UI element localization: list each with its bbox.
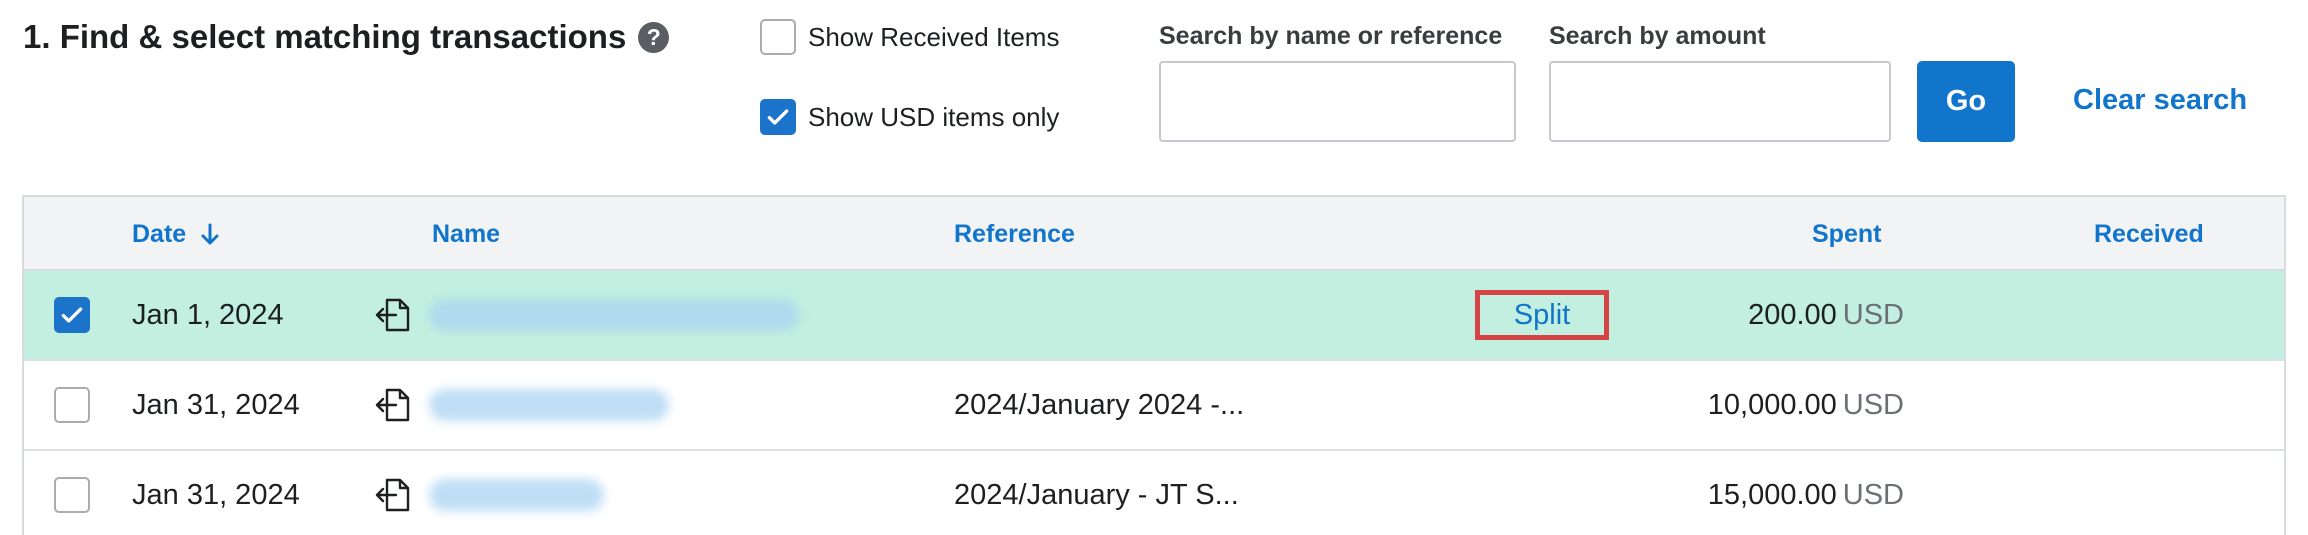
clear-search-link[interactable]: Clear search: [2073, 84, 2247, 117]
row-name-redacted[interactable]: [429, 451, 604, 535]
row-date: Jan 31, 2024: [132, 388, 300, 421]
show-usd-option[interactable]: Show USD items only: [760, 99, 1059, 135]
row-reference: 2024/January - JT S...: [954, 478, 1239, 511]
column-header-reference[interactable]: Reference: [954, 220, 1075, 249]
column-header-date[interactable]: Date: [132, 220, 220, 249]
row-spent-currency: USD: [1842, 388, 1904, 421]
show-usd-checkbox[interactable]: [760, 99, 796, 135]
table-row[interactable]: Jan 31, 2024 2024/January 2024 -... 10,0…: [24, 361, 2284, 451]
row-checkbox[interactable]: [54, 477, 90, 513]
show-usd-label: Show USD items only: [808, 101, 1060, 132]
show-received-checkbox[interactable]: [760, 19, 796, 55]
document-icon[interactable]: [374, 361, 412, 449]
row-spent-amount: 15,000.00: [1707, 478, 1837, 511]
show-received-label: Show Received Items: [808, 21, 1060, 52]
search-name-label: Search by name or reference: [1159, 22, 1503, 50]
row-reference: 2024/January 2024 -...: [954, 388, 1245, 421]
split-button[interactable]: Split: [1475, 290, 1609, 340]
row-spent-currency: USD: [1842, 298, 1904, 331]
row-checkbox[interactable]: [54, 387, 90, 423]
section-title: 1. Find & select matching transactions ?: [23, 18, 670, 56]
row-spent: 200.00 USD: [1748, 271, 1904, 359]
transactions-table: Date Name Reference Spent Received Jan 1…: [22, 195, 2286, 535]
search-amount-label: Search by amount: [1549, 22, 1766, 50]
search-name-input[interactable]: [1159, 61, 1516, 142]
row-name-redacted[interactable]: [429, 361, 669, 449]
column-header-date-label: Date: [132, 220, 187, 248]
section-title-text: 1. Find & select matching transactions: [23, 18, 627, 55]
go-button[interactable]: Go: [1917, 61, 2015, 142]
row-date: Jan 1, 2024: [132, 298, 284, 331]
document-icon[interactable]: [374, 271, 412, 359]
column-header-received[interactable]: Received: [2094, 220, 2204, 249]
help-icon[interactable]: ?: [638, 21, 670, 53]
row-checkbox[interactable]: [54, 297, 90, 333]
checkmark-icon: [61, 307, 83, 323]
show-received-option[interactable]: Show Received Items: [760, 19, 1059, 55]
row-spent: 15,000.00 USD: [1708, 451, 1904, 535]
column-header-name[interactable]: Name: [432, 220, 500, 249]
row-spent-amount: 10,000.00: [1707, 388, 1837, 421]
arrow-down-icon: [201, 223, 219, 244]
checkmark-icon: [767, 109, 789, 125]
row-spent-amount: 200.00: [1748, 298, 1837, 331]
column-header-spent[interactable]: Spent: [1812, 220, 1881, 249]
document-icon[interactable]: [374, 451, 412, 535]
row-spent-currency: USD: [1842, 478, 1904, 511]
row-spent: 10,000.00 USD: [1708, 361, 1904, 449]
row-date: Jan 31, 2024: [132, 478, 300, 511]
search-amount-input[interactable]: [1549, 61, 1891, 142]
table-row[interactable]: Jan 1, 2024 Split 200.00 USD: [24, 271, 2284, 361]
table-row[interactable]: Jan 31, 2024 2024/January - JT S... 15,0…: [24, 451, 2284, 535]
row-name-redacted[interactable]: [429, 271, 799, 359]
table-header: Date Name Reference Spent Received: [24, 197, 2284, 271]
